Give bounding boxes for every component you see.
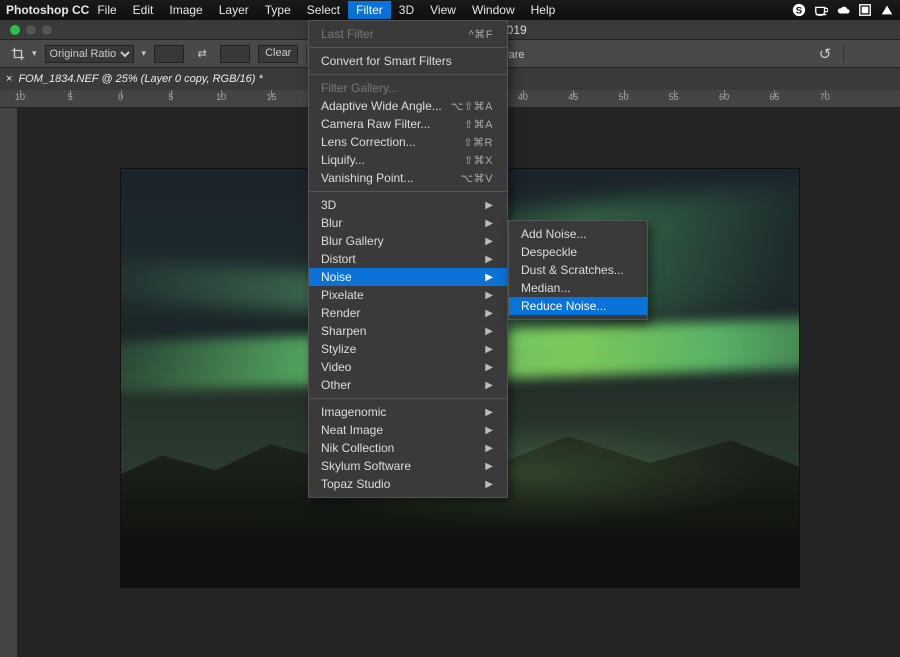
menu-last-filter: Last Filter^⌘F xyxy=(309,25,507,43)
menu-camera-raw-filter[interactable]: Camera Raw Filter...⇧⌘A xyxy=(309,115,507,133)
noise-submenu: Add Noise...DespeckleDust & Scratches...… xyxy=(508,220,648,320)
menu-group-render[interactable]: Render▶ xyxy=(309,304,507,322)
menu-liquify[interactable]: Liquify...⇧⌘X xyxy=(309,151,507,169)
menu-3d[interactable]: 3D xyxy=(391,1,422,19)
max-dot[interactable] xyxy=(42,25,52,35)
ruler-label: 55 xyxy=(669,92,679,102)
min-dot[interactable] xyxy=(26,25,36,35)
submenu-arrow-icon: ▶ xyxy=(485,326,493,337)
menu-plugin-imagenomic[interactable]: Imagenomic▶ xyxy=(309,403,507,421)
mountain-icon[interactable] xyxy=(880,3,894,17)
ruler-label: 15 xyxy=(266,92,276,102)
submenu-median[interactable]: Median... xyxy=(509,279,647,297)
menu-window[interactable]: Window xyxy=(464,1,523,19)
height-field[interactable] xyxy=(220,45,250,63)
app-name: Photoshop CC xyxy=(6,3,89,17)
menu-filter-gallery: Filter Gallery... xyxy=(309,79,507,97)
menu-group-3d[interactable]: 3D▶ xyxy=(309,196,507,214)
submenu-arrow-icon: ▶ xyxy=(485,362,493,373)
close-dot[interactable] xyxy=(10,25,20,35)
submenu-arrow-icon: ▶ xyxy=(485,272,493,283)
submenu-arrow-icon: ▶ xyxy=(485,236,493,247)
close-tab-icon[interactable]: × xyxy=(6,73,12,85)
menu-file[interactable]: File xyxy=(89,1,124,19)
menu-group-distort[interactable]: Distort▶ xyxy=(309,250,507,268)
submenu-arrow-icon: ▶ xyxy=(485,308,493,319)
menu-adaptive-wide-angle[interactable]: Adaptive Wide Angle...⌥⇧⌘A xyxy=(309,97,507,115)
ruler-label: 60 xyxy=(719,92,729,102)
chevron-down-icon[interactable]: ▾ xyxy=(142,48,147,59)
ruler-label: 10 xyxy=(15,92,25,102)
submenu-arrow-icon: ▶ xyxy=(485,200,493,211)
menu-filter[interactable]: Filter xyxy=(348,1,391,19)
submenu-arrow-icon: ▶ xyxy=(485,290,493,301)
ruler-label: 50 xyxy=(619,92,629,102)
aspect-ratio-select[interactable]: Original Ratio xyxy=(45,45,134,63)
menu-group-blur[interactable]: Blur▶ xyxy=(309,214,507,232)
traffic-lights[interactable] xyxy=(0,25,52,35)
os-menubar: Photoshop CC FileEditImageLayerTypeSelec… xyxy=(0,0,900,20)
menu-edit[interactable]: Edit xyxy=(125,1,162,19)
ruler-label: 40 xyxy=(518,92,528,102)
document-tab-label: FOM_1834.NEF @ 25% (Layer 0 copy, RGB/16… xyxy=(18,73,262,85)
frame-icon[interactable] xyxy=(858,3,872,17)
menu-plugin-skylum-software[interactable]: Skylum Software▶ xyxy=(309,457,507,475)
ruler-label: 45 xyxy=(568,92,578,102)
system-tray: S xyxy=(792,3,894,17)
submenu-arrow-icon: ▶ xyxy=(485,479,493,490)
menu-group-stylize[interactable]: Stylize▶ xyxy=(309,340,507,358)
vertical-ruler xyxy=(0,108,18,657)
menu-group-pixelate[interactable]: Pixelate▶ xyxy=(309,286,507,304)
submenu-dust-&-scratches[interactable]: Dust & Scratches... xyxy=(509,261,647,279)
submenu-arrow-icon: ▶ xyxy=(485,254,493,265)
crop-tool-icon[interactable] xyxy=(8,44,28,64)
submenu-arrow-icon: ▶ xyxy=(485,218,493,229)
cloud-icon[interactable] xyxy=(836,3,850,17)
menu-vanishing-point[interactable]: Vanishing Point...⌥⌘V xyxy=(309,169,507,187)
filter-menu: Last Filter^⌘F Convert for Smart Filters… xyxy=(308,20,508,498)
menu-layer[interactable]: Layer xyxy=(211,1,257,19)
menu-group-other[interactable]: Other▶ xyxy=(309,376,507,394)
menu-image[interactable]: Image xyxy=(161,1,210,19)
submenu-arrow-icon: ▶ xyxy=(485,461,493,472)
submenu-arrow-icon: ▶ xyxy=(485,380,493,391)
submenu-arrow-icon: ▶ xyxy=(485,407,493,418)
ruler-label: 5 xyxy=(68,92,73,102)
reset-icon[interactable]: ↺ xyxy=(815,44,835,64)
clear-button[interactable]: Clear xyxy=(258,45,298,63)
submenu-despeckle[interactable]: Despeckle xyxy=(509,243,647,261)
menu-group-noise[interactable]: Noise▶ xyxy=(309,268,507,286)
ruler-label: 65 xyxy=(769,92,779,102)
width-field[interactable] xyxy=(154,45,184,63)
chevron-down-icon[interactable]: ▾ xyxy=(32,48,37,59)
ruler-label: 0 xyxy=(118,92,123,102)
menu-group-sharpen[interactable]: Sharpen▶ xyxy=(309,322,507,340)
submenu-reduce-noise[interactable]: Reduce Noise... xyxy=(509,297,647,315)
svg-text:S: S xyxy=(796,6,803,17)
swap-icon[interactable]: ⇄ xyxy=(192,44,212,64)
menu-select[interactable]: Select xyxy=(299,1,348,19)
menu-plugin-neat-image[interactable]: Neat Image▶ xyxy=(309,421,507,439)
ruler-label: 70 xyxy=(820,92,830,102)
menu-convert-smart[interactable]: Convert for Smart Filters xyxy=(309,52,507,70)
menu-type[interactable]: Type xyxy=(257,1,299,19)
menu-plugin-topaz-studio[interactable]: Topaz Studio▶ xyxy=(309,475,507,493)
menu-group-video[interactable]: Video▶ xyxy=(309,358,507,376)
submenu-arrow-icon: ▶ xyxy=(485,443,493,454)
menu-view[interactable]: View xyxy=(422,1,464,19)
submenu-arrow-icon: ▶ xyxy=(485,344,493,355)
ruler-label: 10 xyxy=(216,92,226,102)
submenu-arrow-icon: ▶ xyxy=(485,425,493,436)
skype-icon[interactable]: S xyxy=(792,3,806,17)
ruler-label: 5 xyxy=(168,92,173,102)
menu-group-blur-gallery[interactable]: Blur Gallery▶ xyxy=(309,232,507,250)
menu-help[interactable]: Help xyxy=(523,1,564,19)
menu-plugin-nik-collection[interactable]: Nik Collection▶ xyxy=(309,439,507,457)
submenu-add-noise[interactable]: Add Noise... xyxy=(509,225,647,243)
coffee-icon[interactable] xyxy=(814,3,828,17)
menu-lens-correction[interactable]: Lens Correction...⇧⌘R xyxy=(309,133,507,151)
